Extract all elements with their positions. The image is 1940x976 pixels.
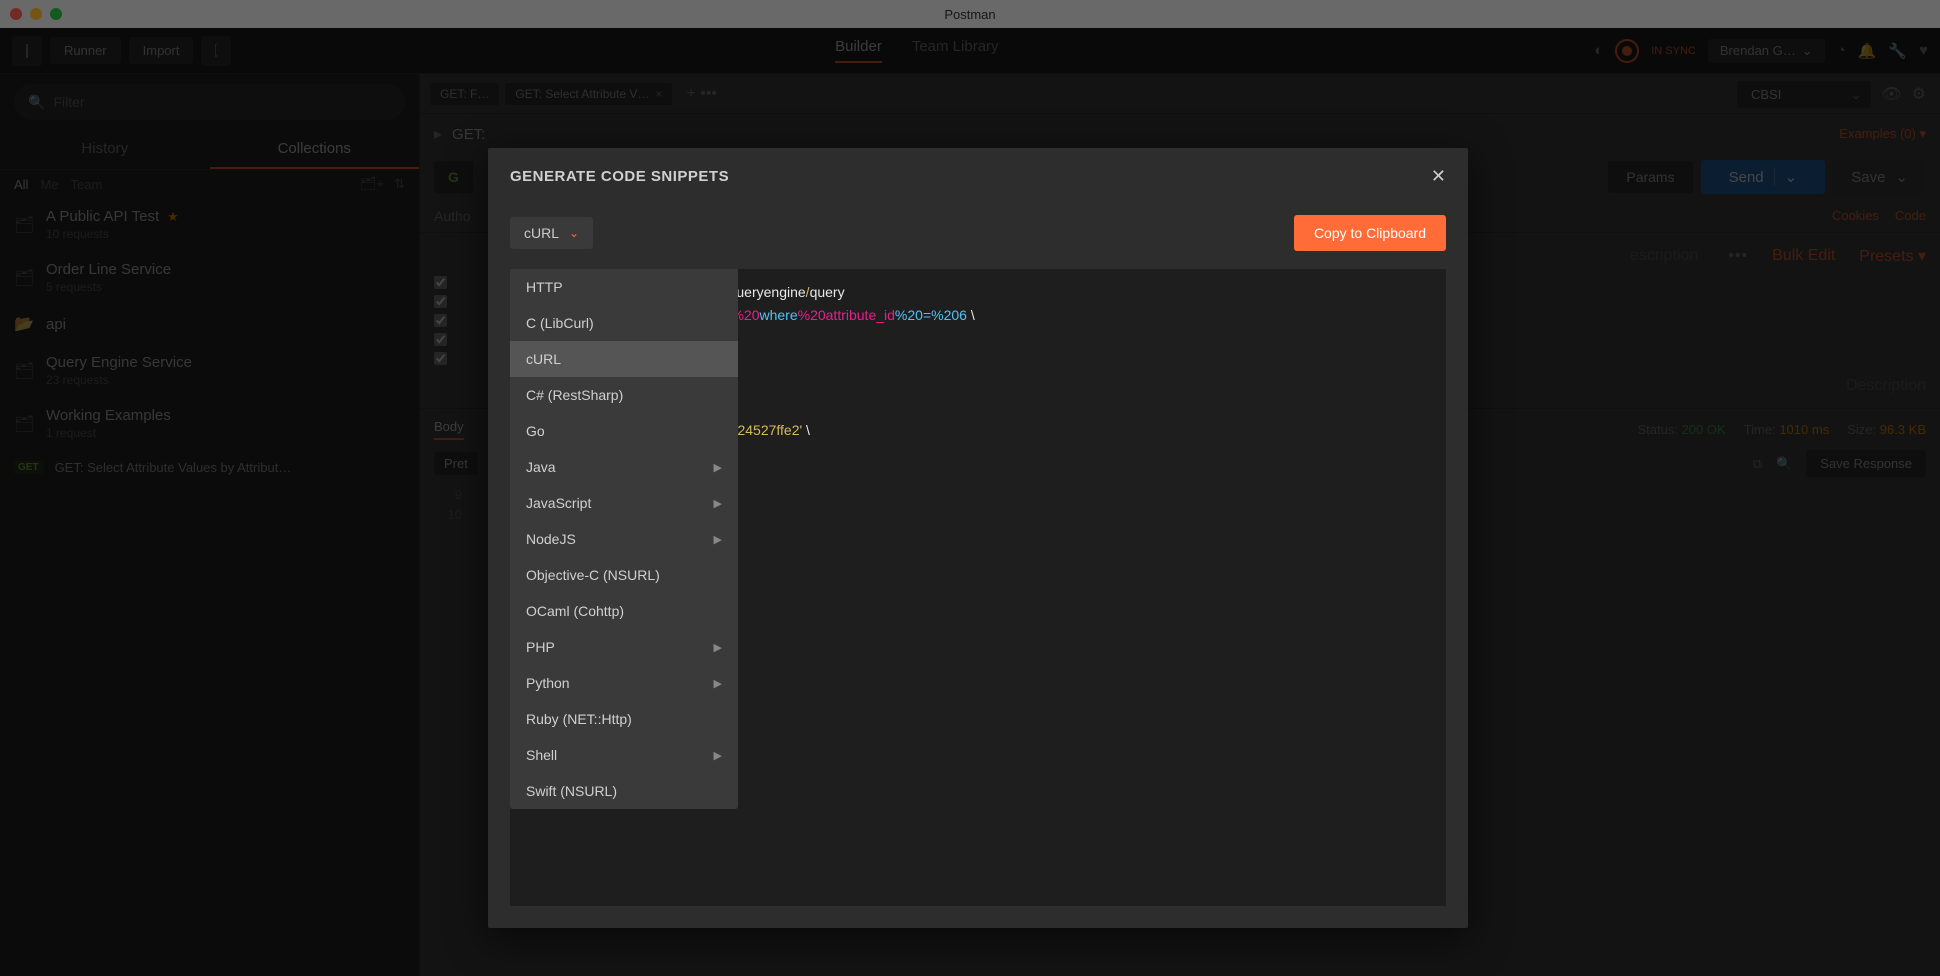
language-menu-label: Go [526,423,545,439]
language-menu: HTTP C (LibCurl) cURL C# (RestSharp) Go Java ▶… [510,269,738,809]
submenu-arrow-icon: ▶ [714,749,722,762]
language-menu-item[interactable]: Shell ▶ [510,737,738,773]
submenu-arrow-icon: ▶ [714,641,722,654]
language-menu-item[interactable]: Objective-C (NSURL) [510,557,738,593]
language-menu-item[interactable]: Python ▶ [510,665,738,701]
language-menu-item[interactable]: C# (RestSharp) [510,377,738,413]
language-menu-item[interactable]: Go [510,413,738,449]
language-menu-item[interactable]: C (LibCurl) [510,305,738,341]
copy-to-clipboard-button[interactable]: Copy to Clipboard [1294,215,1446,251]
language-menu-item[interactable]: JavaScript ▶ [510,485,738,521]
language-menu-item[interactable]: NodeJS ▶ [510,521,738,557]
language-menu-item[interactable]: Ruby (NET::Http) [510,701,738,737]
language-menu-label: Shell [526,747,557,763]
submenu-arrow-icon: ▶ [714,533,722,546]
language-menu-label: Swift (NSURL) [526,783,617,799]
language-menu-label: Ruby (NET::Http) [526,711,632,727]
language-menu-item[interactable]: OCaml (Cohttp) [510,593,738,629]
submenu-arrow-icon: ▶ [714,497,722,510]
language-menu-label: OCaml (Cohttp) [526,603,624,619]
language-menu-label: Objective-C (NSURL) [526,567,660,583]
language-menu-label: C# (RestSharp) [526,387,623,403]
language-menu-item[interactable]: Java ▶ [510,449,738,485]
language-menu-label: JavaScript [526,495,591,511]
language-menu-label: Java [526,459,556,475]
chevron-down-icon: ⌄ [569,226,579,240]
language-menu-item[interactable]: cURL [510,341,738,377]
language-menu-label: C (LibCurl) [526,315,594,331]
language-menu-item[interactable]: PHP ▶ [510,629,738,665]
language-label: cURL [524,225,559,241]
language-menu-item[interactable]: HTTP [510,269,738,305]
modal-title: GENERATE CODE SNIPPETS [510,168,729,185]
language-menu-label: PHP [526,639,555,655]
language-selector[interactable]: cURL ⌄ [510,217,593,249]
language-menu-item[interactable]: Swift (NSURL) [510,773,738,809]
language-menu-label: HTTP [526,279,563,295]
close-modal-icon[interactable]: ✕ [1431,166,1446,187]
language-menu-label: NodeJS [526,531,576,547]
language-menu-label: Python [526,675,570,691]
language-menu-label: cURL [526,351,561,367]
submenu-arrow-icon: ▶ [714,461,722,474]
code-snippet-modal: GENERATE CODE SNIPPETS ✕ cURL ⌄ Copy to … [488,148,1468,928]
submenu-arrow-icon: ▶ [714,677,722,690]
